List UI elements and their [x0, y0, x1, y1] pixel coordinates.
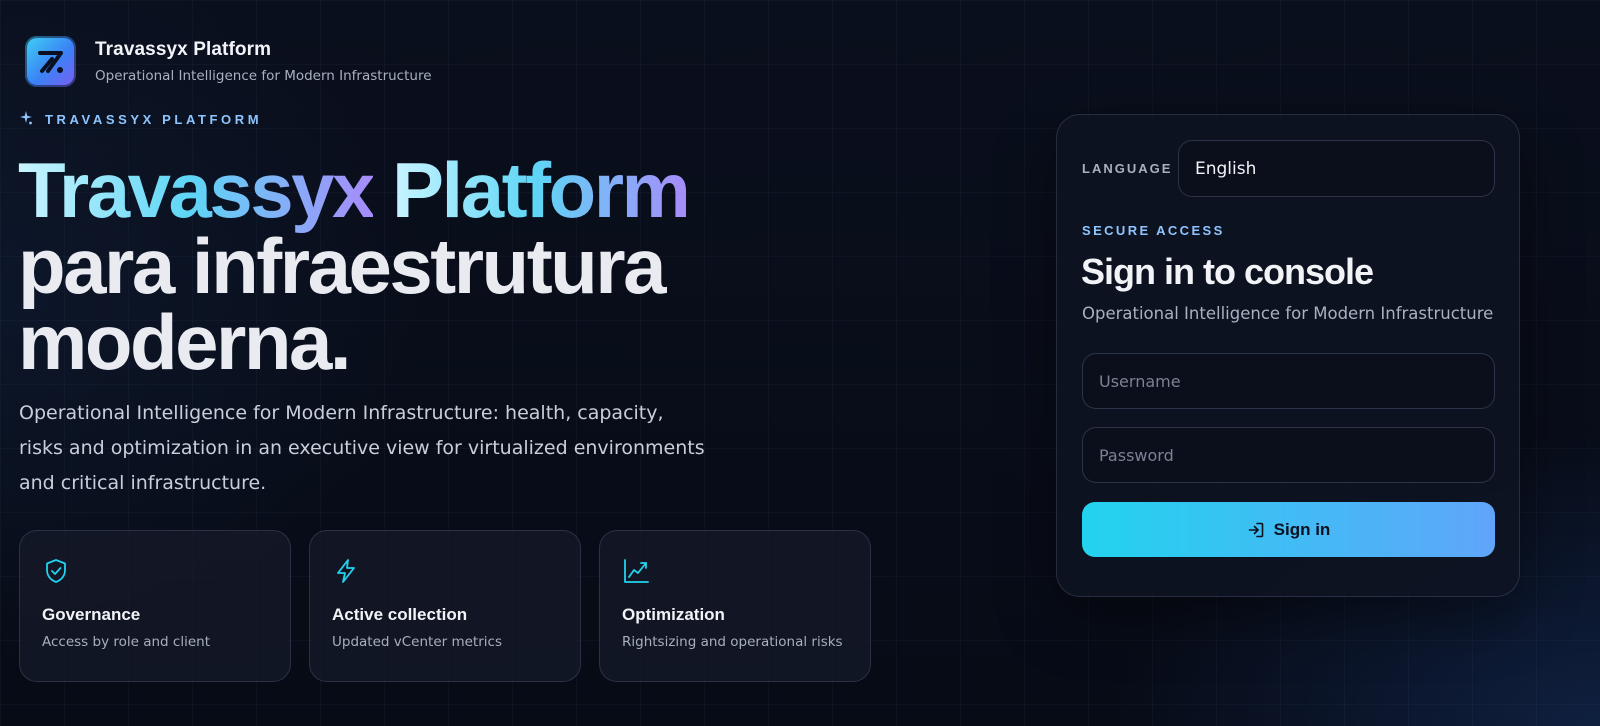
login-page: Travassyx Platform Operational Intellige… [0, 0, 1600, 726]
trend-chart-icon [622, 557, 650, 585]
username-input[interactable] [1082, 353, 1495, 409]
hero-title-line-3: moderna. [18, 298, 352, 386]
brand-title: Travassyx Platform [95, 39, 272, 60]
login-title: Sign in to console [1081, 251, 1374, 292]
login-subtitle: Operational Intelligence for Modern Infr… [1082, 304, 1494, 323]
feature-title: Active collection [332, 605, 468, 624]
feature-description: Updated vCenter metrics [332, 634, 502, 650]
login-panel: LANGUAGE English SECURE ACCESS Sign in t… [1056, 114, 1520, 597]
feature-card-active-collection: Active collection Updated vCenter metric… [309, 530, 581, 682]
feature-card-optimization: Optimization Rightsizing and operational… [599, 530, 871, 682]
sparkle-icon [20, 110, 32, 129]
lightning-icon [332, 557, 360, 585]
feature-description: Rightsizing and operational risks [622, 634, 843, 650]
hero-title-highlight-2: Platform [392, 146, 691, 234]
brand-subtitle: Operational Intelligence for Modern Infr… [95, 68, 432, 84]
feature-card-governance: Governance Access by role and client [19, 530, 291, 682]
hero-description: Operational Intelligence for Modern Infr… [19, 402, 705, 494]
hero-title: Travassyx Platform para infraestrutura m… [18, 151, 778, 381]
sign-in-button[interactable]: Sign in [1082, 502, 1495, 557]
sign-in-label: Sign in [1273, 519, 1331, 539]
logo-mark-icon [25, 36, 76, 87]
secure-access-label: SECURE ACCESS [1082, 223, 1225, 238]
hero-eyebrow: TRAVASSYX PLATFORM [20, 110, 262, 129]
eyebrow-label: TRAVASSYX PLATFORM [45, 112, 263, 127]
hero-title-line-2: para infraestrutura [18, 222, 667, 310]
language-label: LANGUAGE [1082, 161, 1173, 176]
language-select-value: English [1195, 158, 1257, 179]
password-input[interactable] [1082, 427, 1495, 483]
feature-cards: Governance Access by role and client Act… [19, 530, 871, 682]
feature-title: Governance [42, 605, 141, 624]
login-arrow-icon [1247, 521, 1265, 539]
brand-header: Travassyx Platform Operational Intellige… [25, 36, 432, 87]
hero-title-highlight-1: Travassyx [18, 146, 375, 234]
feature-title: Optimization [622, 605, 725, 624]
shield-check-icon [42, 557, 70, 585]
feature-description: Access by role and client [42, 634, 210, 650]
language-select[interactable]: English [1178, 140, 1495, 197]
